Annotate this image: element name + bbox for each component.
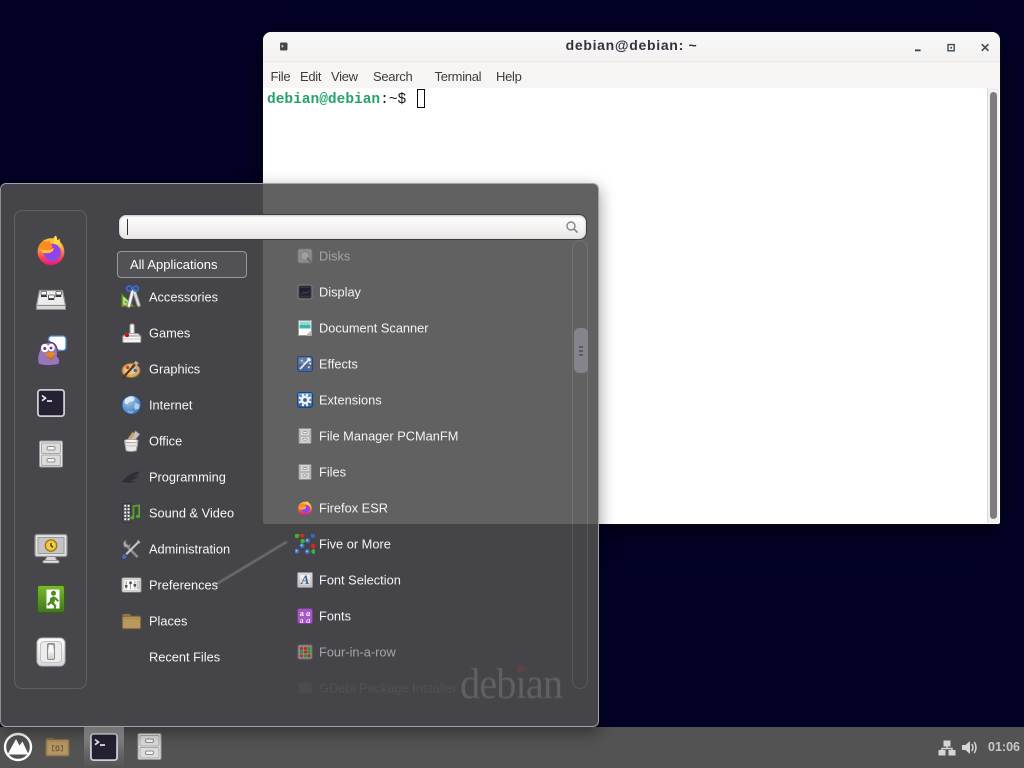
svg-text:A: A (300, 573, 309, 587)
svg-text:a: a (306, 615, 310, 624)
svg-text:a: a (300, 615, 304, 624)
